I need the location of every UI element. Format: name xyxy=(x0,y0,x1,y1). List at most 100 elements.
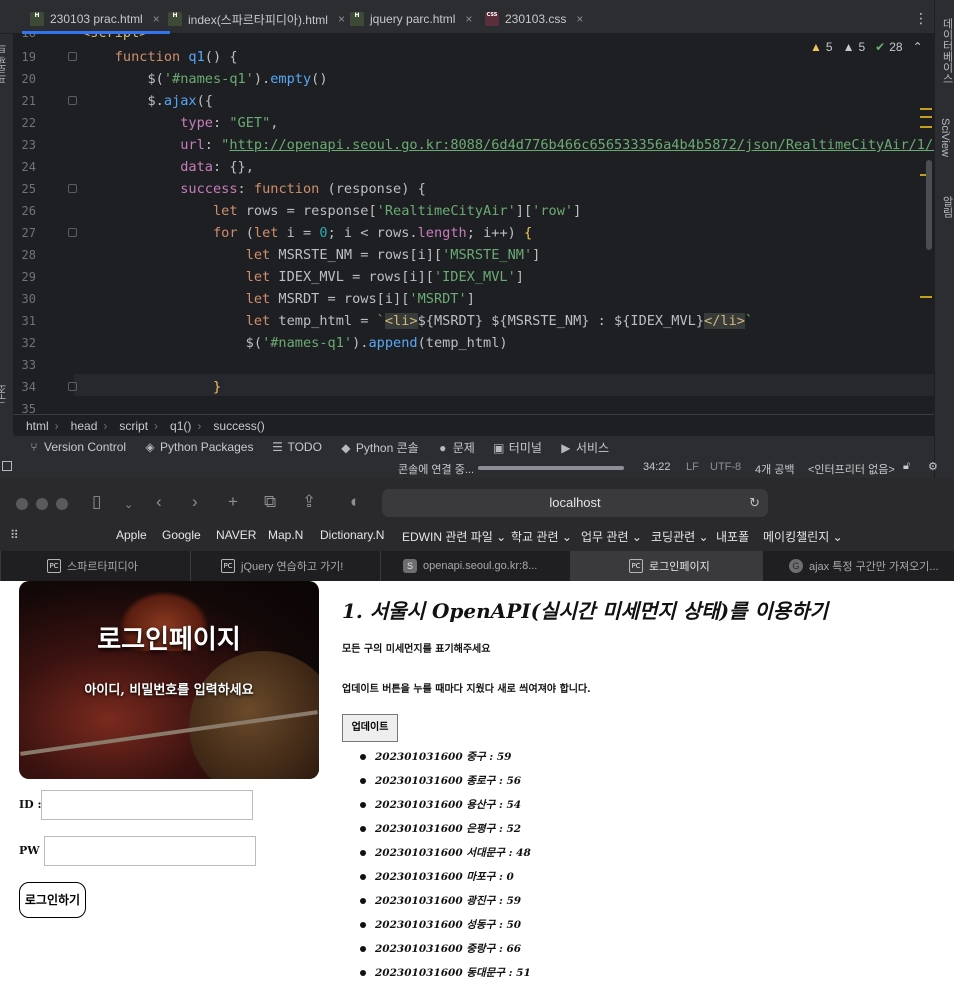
line-separator[interactable]: LF xyxy=(686,461,699,473)
breadcrumb-item[interactable]: success() xyxy=(201,419,270,433)
fold-marker[interactable] xyxy=(68,52,77,61)
more-options-icon[interactable]: ⋮ xyxy=(914,10,928,27)
code-editor[interactable]: 18 19 20 21 22 23 24 25 26 27 28 29 30 3… xyxy=(14,34,934,414)
editor-scrollbar[interactable] xyxy=(926,160,932,250)
todo-button[interactable]: ☰ TODO xyxy=(271,440,322,454)
chevron-down-icon[interactable]: ⌄ xyxy=(933,40,934,54)
minimize-window-button[interactable] xyxy=(36,498,48,510)
bookmark-folder[interactable]: 메이킹챌린지 ⌄ xyxy=(763,528,843,545)
close-window-button[interactable] xyxy=(16,498,28,510)
error-stripe-mark[interactable] xyxy=(920,116,932,118)
tab-overview-icon[interactable]: ⧉ xyxy=(264,492,276,512)
editor-tab-230103-prac[interactable]: H 230103 prac.html × xyxy=(22,6,170,34)
pw-input[interactable] xyxy=(44,836,256,866)
lock-icon[interactable]: 🔓︎ xyxy=(903,460,910,473)
url-text: localhost xyxy=(549,495,601,510)
settings-icon[interactable]: ⚙ xyxy=(928,460,938,473)
hero-title: 로그인페이지 xyxy=(97,625,241,655)
bookmark-folder[interactable]: 학교 관련 ⌄ xyxy=(511,528,572,545)
sidebar-icon[interactable]: ▯ xyxy=(92,492,101,512)
address-bar[interactable]: localhost ↻ xyxy=(382,489,768,517)
database-tool-label[interactable]: 데이터베이스 xyxy=(939,18,954,84)
line-gutter: 18 19 20 21 22 23 24 25 26 27 28 29 30 3… xyxy=(14,34,77,414)
bookmark-folder[interactable]: 코딩관련 ⌄ xyxy=(651,528,709,545)
browser-tab[interactable]: PC 스파르타피디아 xyxy=(0,551,190,581)
browser-tab[interactable]: Gajax 특정 구간만 가져오기... xyxy=(762,551,954,581)
forward-icon[interactable]: › xyxy=(192,492,198,512)
close-icon[interactable]: × xyxy=(338,12,345,26)
editor-tab-jquery-parc[interactable]: H jquery parc.html × xyxy=(350,8,472,30)
notifications-tool-label[interactable]: 알림 xyxy=(939,196,954,218)
fold-marker[interactable] xyxy=(68,382,77,391)
reload-icon[interactable]: ↻ xyxy=(749,489,760,517)
chevron-down-icon[interactable]: ⌄ xyxy=(124,498,133,511)
web-page: 로그인페이지 아이디, 비밀번호를 입력하세요 ID : PW : 로그인하기 … xyxy=(0,581,954,989)
browser-tab-active[interactable]: PC 로그인페이지 xyxy=(570,551,762,581)
bookmark-item[interactable]: Map.N xyxy=(268,528,303,542)
back-icon[interactable]: ‹ xyxy=(156,492,162,512)
list-item: 202301031600 중랑구 : 66 xyxy=(359,943,522,955)
breadcrumb-item[interactable]: script xyxy=(107,419,154,433)
panel-toggle-icon[interactable] xyxy=(2,461,12,471)
bookmark-item[interactable]: 내포폴 xyxy=(716,528,749,545)
bookmark-item[interactable]: NAVER xyxy=(216,528,256,542)
status-bar: 콘솔에 연결 중... 34:22 LF UTF-8 4개 공백 <인터프리터 … xyxy=(0,458,954,478)
new-tab-icon[interactable]: + xyxy=(228,492,238,512)
code-line: let IDEX_MVL = rows[i]['IDEX_MVL'] xyxy=(245,269,524,285)
problems-button[interactable]: ● 문제 xyxy=(437,439,475,456)
breadcrumb-item[interactable]: head xyxy=(59,419,104,433)
update-button[interactable]: 업데이트 xyxy=(342,714,398,742)
breadcrumb-item[interactable]: html xyxy=(14,419,55,433)
privacy-shield-icon[interactable]: ◐ xyxy=(350,492,360,512)
html-file-icon: H xyxy=(30,11,44,26)
python-packages-button[interactable]: ◈ Python Packages xyxy=(144,440,253,454)
close-icon[interactable]: × xyxy=(576,12,583,26)
terminal-button[interactable]: ▣ 터미널 xyxy=(493,439,542,456)
id-label: ID : xyxy=(19,798,42,811)
pycharm-icon: PC xyxy=(221,559,235,573)
python-console-button[interactable]: ◆ Python 콘솔 xyxy=(340,439,418,456)
bookmark-item[interactable]: Dictionary.N xyxy=(320,528,384,542)
line-number: 33 xyxy=(21,358,36,372)
structure-tool-label[interactable]: 구조 xyxy=(0,384,11,404)
list-item: 202301031600 동대문구 : 51 xyxy=(360,967,531,979)
editor-tab-index[interactable]: H index(스파르타피디아).html × xyxy=(168,8,345,30)
error-stripe-mark[interactable] xyxy=(920,126,932,128)
interpreter-setting[interactable]: <인터프리터 없음> xyxy=(808,461,895,477)
browser-tab[interactable]: PC jQuery 연습하고 가기! xyxy=(190,551,380,581)
caret-position[interactable]: 34:22 xyxy=(643,461,671,473)
error-stripe-mark[interactable] xyxy=(920,296,932,298)
file-encoding[interactable]: UTF-8 xyxy=(710,461,741,473)
sciview-tool-label[interactable]: SciView xyxy=(939,118,951,157)
left-tool-strip: 프로젝트 구조 xyxy=(0,34,14,434)
bookmark-folder[interactable]: 업무 관련 ⌄ xyxy=(581,528,642,545)
editor-tab-css[interactable]: CSS 230103.css × xyxy=(485,8,583,30)
version-control-button[interactable]: ⑂ Version Control xyxy=(28,440,126,454)
zoom-window-button[interactable] xyxy=(56,498,68,510)
id-input[interactable] xyxy=(41,790,253,820)
browser-tab[interactable]: Sopenapi.seoul.go.kr:8... xyxy=(380,551,570,581)
bookmark-item[interactable]: Apple xyxy=(116,528,147,542)
breadcrumb-item[interactable]: q1() xyxy=(158,419,197,433)
line-number: 31 xyxy=(21,314,36,328)
bookmark-item[interactable]: Google xyxy=(162,528,201,542)
login-button[interactable]: 로그인하기 xyxy=(19,882,86,918)
list-item: 202301031600 서대문구 : 48 xyxy=(360,847,531,859)
services-button[interactable]: ▶ 서비스 xyxy=(560,439,609,456)
share-icon[interactable]: ⇪ xyxy=(302,492,316,512)
line-number: 18 xyxy=(14,34,36,40)
progress-fill xyxy=(478,466,624,470)
fold-marker[interactable] xyxy=(68,228,77,237)
fold-marker[interactable] xyxy=(68,184,77,193)
code-line: for (let i = 0; i < rows.length; i++) { xyxy=(212,225,533,241)
fold-marker[interactable] xyxy=(68,96,77,105)
grid-icon[interactable]: ⠿ xyxy=(10,528,19,542)
inspection-widget[interactable]: ▲5 ▲5 ✔28 ⌃ ⌄ xyxy=(810,40,934,54)
indent-setting[interactable]: 4개 공백 xyxy=(755,461,795,477)
close-icon[interactable]: × xyxy=(465,12,472,26)
chevron-up-icon[interactable]: ⌃ xyxy=(913,40,923,54)
close-icon[interactable]: × xyxy=(153,12,160,26)
bookmark-folder[interactable]: EDWIN 관련 파일 ⌄ xyxy=(402,528,506,545)
error-stripe-mark[interactable] xyxy=(920,108,932,110)
project-tool-label[interactable]: 프로젝트 xyxy=(0,44,11,84)
